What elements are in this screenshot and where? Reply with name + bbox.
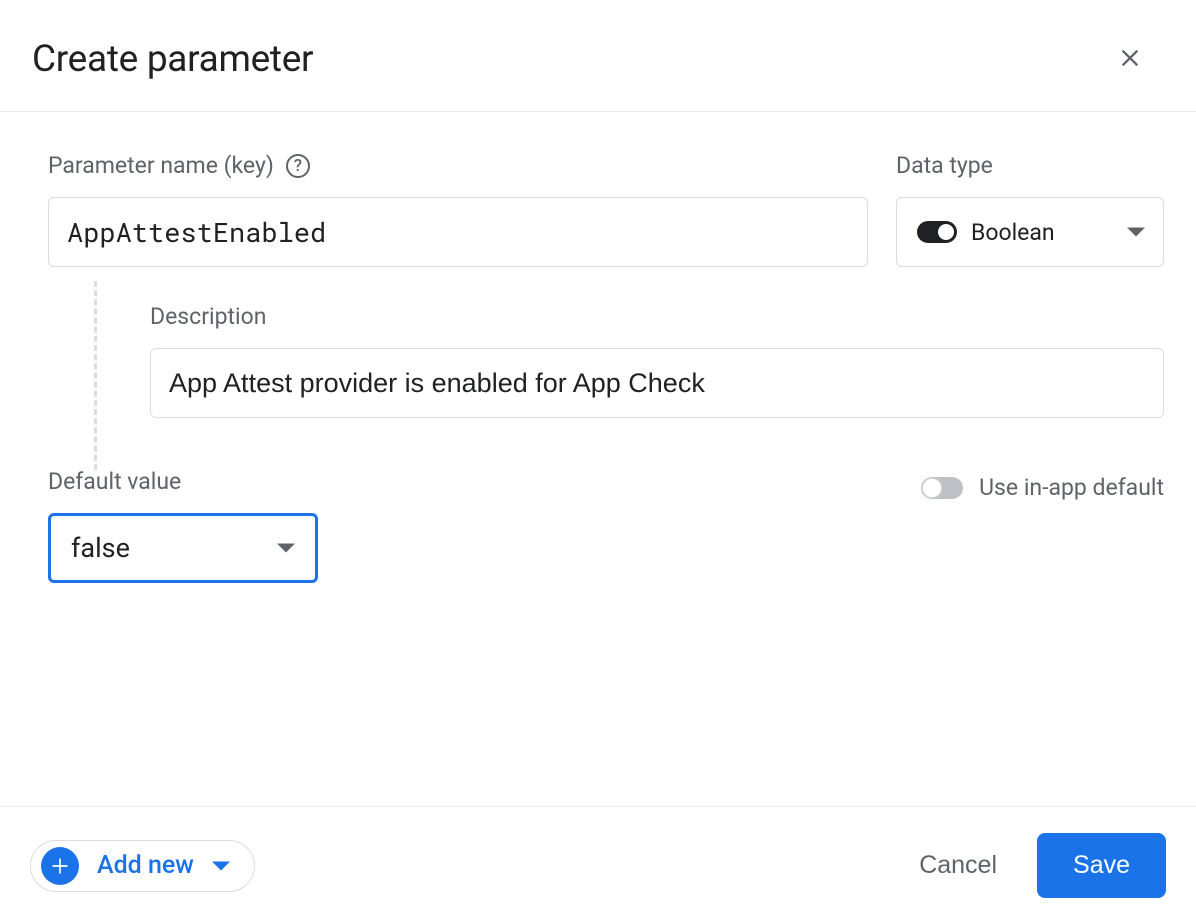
close-icon bbox=[1116, 44, 1144, 75]
parameter-name-field: Parameter name (key) ? bbox=[48, 152, 868, 267]
default-value-row: Default value false Use in-app default bbox=[48, 468, 1164, 583]
tree-connector-line bbox=[94, 281, 97, 470]
data-type-field: Data type Boolean bbox=[896, 152, 1164, 267]
dialog-footer: Add new Cancel Save bbox=[0, 806, 1196, 924]
save-button[interactable]: Save bbox=[1037, 833, 1166, 898]
add-new-label: Add new bbox=[97, 851, 194, 880]
boolean-toggle-icon bbox=[917, 221, 957, 243]
create-parameter-dialog: Create parameter Parameter name (key) ? … bbox=[0, 0, 1196, 924]
parameter-name-label: Parameter name (key) ? bbox=[48, 152, 868, 179]
dialog-body: Parameter name (key) ? Data type Boolean bbox=[0, 112, 1196, 806]
parameter-name-label-text: Parameter name (key) bbox=[48, 152, 274, 179]
footer-action-buttons: Cancel Save bbox=[919, 833, 1166, 898]
name-and-type-row: Parameter name (key) ? Data type Boolean bbox=[48, 152, 1164, 267]
description-area: Description bbox=[94, 267, 1164, 468]
default-value-dropdown[interactable]: false bbox=[48, 513, 318, 583]
parameter-name-input[interactable] bbox=[48, 197, 868, 267]
add-new-button[interactable]: Add new bbox=[30, 840, 255, 892]
use-in-app-default-label: Use in-app default bbox=[979, 474, 1164, 501]
use-in-app-default-toggle[interactable] bbox=[921, 477, 963, 499]
help-icon[interactable]: ? bbox=[286, 154, 310, 178]
description-label: Description bbox=[150, 303, 1164, 330]
dialog-title: Create parameter bbox=[32, 38, 313, 81]
dialog-header: Create parameter bbox=[0, 0, 1196, 112]
cancel-button[interactable]: Cancel bbox=[919, 851, 997, 880]
chevron-down-icon bbox=[277, 543, 295, 553]
data-type-label: Data type bbox=[896, 152, 1164, 179]
chevron-down-icon bbox=[212, 861, 230, 871]
data-type-dropdown[interactable]: Boolean bbox=[896, 197, 1164, 267]
data-type-label-text: Data type bbox=[896, 152, 993, 179]
default-value-field: Default value false bbox=[48, 468, 318, 583]
default-value-text: false bbox=[71, 532, 130, 564]
close-button[interactable] bbox=[1112, 40, 1148, 79]
data-type-value: Boolean bbox=[971, 219, 1113, 246]
default-value-label: Default value bbox=[48, 468, 318, 495]
chevron-down-icon bbox=[1127, 227, 1145, 237]
description-input[interactable] bbox=[150, 348, 1164, 418]
use-in-app-default-group: Use in-app default bbox=[921, 474, 1164, 501]
plus-icon bbox=[41, 847, 79, 885]
